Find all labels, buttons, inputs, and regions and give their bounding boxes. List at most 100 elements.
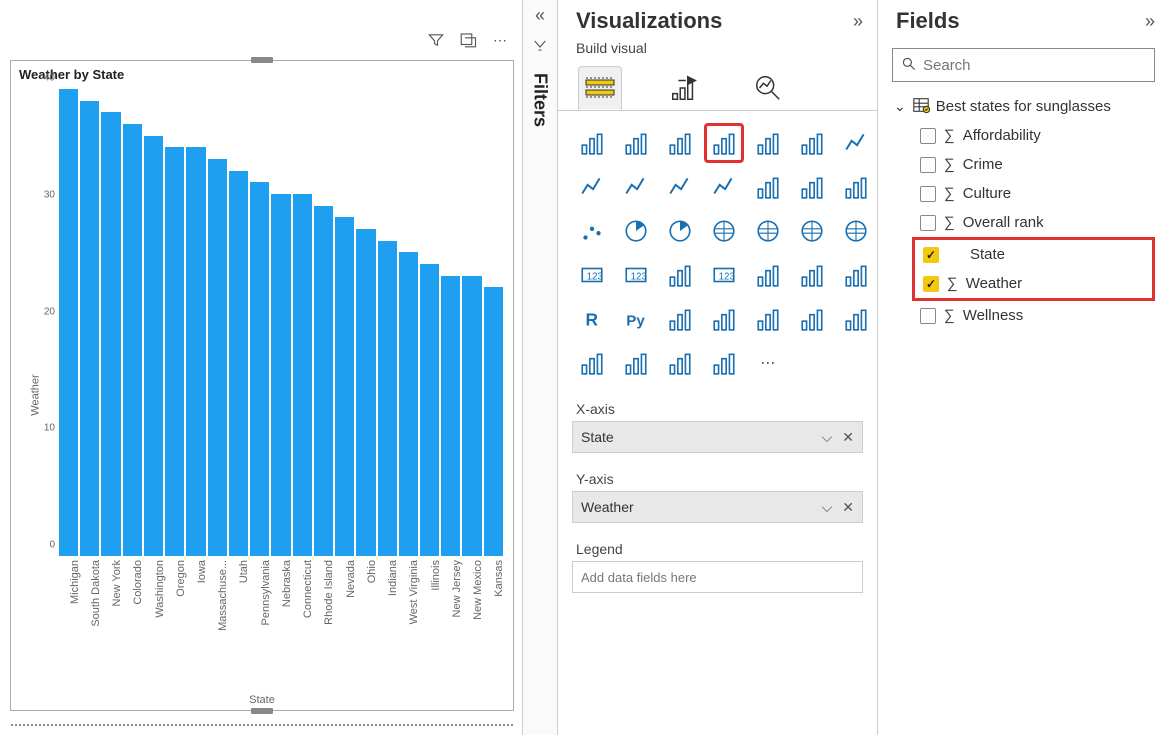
- viz-type-stacked-column[interactable]: [706, 125, 742, 161]
- field-checkbox[interactable]: [920, 215, 936, 231]
- viz-type-donut[interactable]: [662, 213, 698, 249]
- visual-container[interactable]: ⋯ Weather by State Weather 010203040 Mic…: [10, 60, 514, 711]
- field-row-culture[interactable]: ∑Culture: [892, 179, 1155, 208]
- bar[interactable]: [399, 252, 418, 556]
- bar[interactable]: [186, 147, 205, 556]
- collapse-right-icon[interactable]: »: [1145, 12, 1155, 30]
- viz-type-filled-map[interactable]: [794, 213, 830, 249]
- legend-well[interactable]: Add data fields here: [572, 561, 863, 593]
- viz-type-r-visual[interactable]: R: [574, 301, 610, 337]
- chevron-down-icon[interactable]: ⌄: [894, 98, 906, 115]
- format-tab[interactable]: [662, 66, 706, 110]
- analytics-tab[interactable]: [746, 66, 790, 110]
- bar[interactable]: [378, 241, 397, 556]
- bar[interactable]: [271, 194, 290, 556]
- plot-area[interactable]: 010203040: [59, 89, 503, 556]
- field-checkbox[interactable]: [920, 128, 936, 144]
- chevron-down-icon[interactable]: ⌵: [822, 429, 833, 446]
- bar[interactable]: [123, 124, 142, 556]
- viz-type-area[interactable]: [574, 169, 610, 205]
- viz-type-azure-map[interactable]: [838, 213, 874, 249]
- viz-type-powerautomate[interactable]: [706, 345, 742, 381]
- viz-type-qa[interactable]: [750, 301, 786, 337]
- viz-type-waterfall[interactable]: [794, 169, 830, 205]
- viz-type-stacked-area[interactable]: [618, 169, 654, 205]
- bar[interactable]: [420, 264, 439, 556]
- bar[interactable]: [462, 276, 481, 556]
- viz-type-stacked-bar-100[interactable]: [662, 125, 698, 161]
- field-checkbox[interactable]: [920, 308, 936, 324]
- table-row[interactable]: ⌄ Best states for sunglasses: [892, 92, 1155, 121]
- more-icon[interactable]: ⋯: [489, 29, 511, 51]
- viz-type-goals[interactable]: [838, 301, 874, 337]
- remove-icon[interactable]: ✕: [842, 499, 854, 516]
- bar[interactable]: [80, 101, 99, 556]
- viz-type-treemap[interactable]: [706, 213, 742, 249]
- xaxis-well[interactable]: State ⌵✕: [572, 421, 863, 453]
- viz-type-clustered-column[interactable]: [750, 125, 786, 161]
- yaxis-well[interactable]: Weather ⌵✕: [572, 491, 863, 523]
- fields-search-input[interactable]: [923, 57, 1146, 74]
- viz-type-gauge[interactable]: 123: [618, 257, 654, 293]
- field-checkbox[interactable]: [923, 276, 939, 292]
- filter-icon[interactable]: [425, 29, 447, 51]
- viz-type-multi-row-card[interactable]: [662, 257, 698, 293]
- bar[interactable]: [101, 112, 120, 556]
- bar[interactable]: [59, 89, 78, 556]
- focus-icon[interactable]: [457, 29, 479, 51]
- viz-type-more-visuals[interactable]: ⋯: [750, 345, 786, 381]
- bar[interactable]: [356, 229, 375, 556]
- viz-type-matrix[interactable]: [838, 257, 874, 293]
- filter-vert-icon[interactable]: [531, 38, 549, 59]
- field-row-weather[interactable]: ∑Weather: [912, 269, 1155, 301]
- viz-type-pie[interactable]: [618, 213, 654, 249]
- field-row-crime[interactable]: ∑Crime: [892, 150, 1155, 179]
- chevron-down-icon[interactable]: ⌵: [822, 499, 833, 516]
- bar[interactable]: [250, 182, 269, 556]
- fields-search[interactable]: [892, 48, 1155, 82]
- viz-type-arcgis[interactable]: [618, 345, 654, 381]
- viz-type-slicer[interactable]: [750, 257, 786, 293]
- collapse-left-icon[interactable]: «: [535, 6, 545, 24]
- field-checkbox[interactable]: [920, 186, 936, 202]
- viz-type-kpi[interactable]: 123: [706, 257, 742, 293]
- field-row-affordability[interactable]: ∑Affordability: [892, 121, 1155, 150]
- bar[interactable]: [484, 287, 503, 556]
- bar[interactable]: [165, 147, 184, 556]
- viz-type-stacked-bar[interactable]: [574, 125, 610, 161]
- field-checkbox[interactable]: [920, 157, 936, 173]
- filters-pane-collapsed[interactable]: « Filters: [522, 0, 558, 735]
- viz-type-line[interactable]: [838, 125, 874, 161]
- viz-type-card[interactable]: 123: [574, 257, 610, 293]
- report-canvas[interactable]: ⋯ Weather by State Weather 010203040 Mic…: [0, 0, 522, 735]
- viz-type-narrative[interactable]: [794, 301, 830, 337]
- bar[interactable]: [314, 206, 333, 556]
- viz-type-scatter[interactable]: [574, 213, 610, 249]
- viz-type-line-clustered-column[interactable]: [706, 169, 742, 205]
- field-row-state[interactable]: State: [912, 237, 1155, 269]
- viz-type-map[interactable]: [750, 213, 786, 249]
- viz-type-decomp-tree[interactable]: [706, 301, 742, 337]
- bar[interactable]: [293, 194, 312, 556]
- viz-type-funnel[interactable]: [838, 169, 874, 205]
- bar[interactable]: [208, 159, 227, 556]
- viz-type-ribbon[interactable]: [750, 169, 786, 205]
- collapse-right-icon[interactable]: »: [853, 12, 863, 30]
- viz-type-table[interactable]: [794, 257, 830, 293]
- resize-handle-top[interactable]: [251, 57, 273, 63]
- viz-type-powerapps[interactable]: [662, 345, 698, 381]
- bar[interactable]: [441, 276, 460, 556]
- resize-handle-bottom[interactable]: [251, 708, 273, 714]
- bar[interactable]: [229, 171, 248, 556]
- remove-icon[interactable]: ✕: [842, 429, 854, 446]
- field-checkbox[interactable]: [923, 247, 939, 263]
- viz-type-key-influencers[interactable]: [662, 301, 698, 337]
- viz-type-python-visual[interactable]: Py: [618, 301, 654, 337]
- viz-type-line-stacked-column[interactable]: [662, 169, 698, 205]
- bar[interactable]: [144, 136, 163, 556]
- viz-type-stacked-column-100[interactable]: [794, 125, 830, 161]
- field-row-wellness[interactable]: ∑Wellness: [892, 301, 1155, 330]
- viz-type-clustered-bar[interactable]: [618, 125, 654, 161]
- field-row-overall-rank[interactable]: ∑Overall rank: [892, 208, 1155, 237]
- viz-type-paginated[interactable]: [574, 345, 610, 381]
